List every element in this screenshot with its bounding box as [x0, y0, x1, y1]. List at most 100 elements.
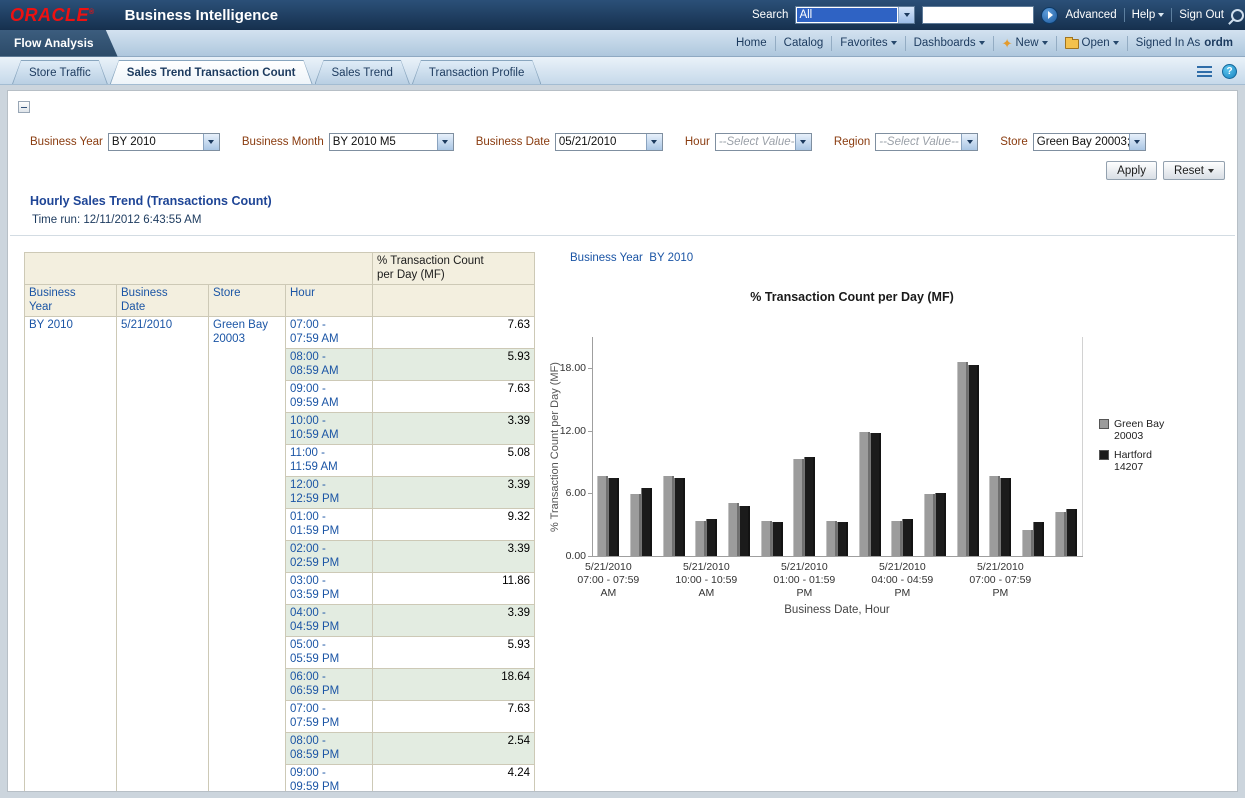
bar-hartford-14207-10[interactable] — [935, 493, 946, 556]
bar-hartford-14207-6[interactable] — [804, 457, 815, 556]
bar-green-bay-20003-12[interactable] — [989, 476, 1000, 556]
report-body: % Transaction Count per Day (MF) Busines… — [24, 252, 1237, 792]
nav-open[interactable]: Open — [1065, 37, 1119, 49]
page-tabs: Store TrafficSales Trend Transaction Cou… — [12, 60, 541, 84]
bar-green-bay-20003-14[interactable] — [1055, 512, 1066, 556]
bar-green-bay-20003-0[interactable] — [597, 476, 608, 556]
chevron-down-icon[interactable] — [203, 134, 219, 150]
bar-hartford-14207-11[interactable] — [968, 365, 979, 556]
cell-hour[interactable]: 09:00 -09:59 AM — [286, 381, 373, 413]
x-axis-title: Business Date, Hour — [592, 604, 1082, 616]
tab-sales-trend-transaction-count[interactable]: Sales Trend Transaction Count — [110, 60, 313, 84]
reset-button[interactable]: Reset — [1163, 161, 1225, 180]
chevron-down-icon[interactable] — [437, 134, 453, 150]
help-icon[interactable]: ? — [1222, 64, 1237, 79]
nav-favorites[interactable]: Favorites — [840, 37, 896, 49]
collapse-section-icon[interactable] — [18, 101, 30, 113]
bar-hartford-14207-12[interactable] — [1000, 478, 1011, 556]
cell-value: 3.39 — [373, 541, 535, 573]
chevron-down-icon[interactable] — [898, 7, 914, 23]
bar-green-bay-20003-13[interactable] — [1022, 530, 1033, 556]
signed-in-user[interactable]: ordm — [1204, 37, 1233, 49]
cell-hour[interactable]: 08:00 -08:59 PM — [286, 733, 373, 765]
col-header-store[interactable]: Store — [209, 285, 286, 317]
cell-hour[interactable]: 07:00 -07:59 AM — [286, 317, 373, 349]
cell-hour[interactable]: 04:00 -04:59 PM — [286, 605, 373, 637]
nav-new[interactable]: ✦New — [1002, 37, 1048, 50]
bar-green-bay-20003-11[interactable] — [957, 362, 968, 556]
cell-hour[interactable]: 06:00 -06:59 PM — [286, 669, 373, 701]
bar-green-bay-20003-1[interactable] — [630, 494, 641, 556]
bar-hartford-14207-2[interactable] — [674, 478, 685, 556]
bar-green-bay-20003-10[interactable] — [924, 494, 935, 556]
col-header-business-year[interactable]: Business Year — [25, 285, 117, 317]
cell-hour[interactable]: 09:00 -09:59 PM — [286, 765, 373, 793]
cell-hour[interactable]: 11:00 -11:59 AM — [286, 445, 373, 477]
bar-hartford-14207-8[interactable] — [870, 433, 881, 556]
nav-catalog[interactable]: Catalog — [784, 37, 824, 49]
filter-select-region[interactable]: --Select Value-- — [875, 133, 978, 151]
cell-hour[interactable]: 12:00 -12:59 PM — [286, 477, 373, 509]
tab-label: Sales Trend Transaction Count — [111, 61, 312, 84]
bar-green-bay-20003-7[interactable] — [826, 521, 837, 556]
bar-hartford-14207-14[interactable] — [1066, 509, 1077, 556]
filter-store: StoreGreen Bay 20003;Ha — [1000, 133, 1146, 151]
x-axis-line — [592, 556, 1083, 557]
bar-green-bay-20003-2[interactable] — [663, 476, 674, 556]
filter-select-business-date[interactable]: 05/21/2010 — [555, 133, 663, 151]
results-table: % Transaction Count per Day (MF) Busines… — [24, 252, 535, 792]
col-header-hour[interactable]: Hour — [286, 285, 373, 317]
filter-select-business-year[interactable]: BY 2010 — [108, 133, 220, 151]
nav-home[interactable]: Home — [736, 37, 767, 49]
cell-hour[interactable]: 05:00 -05:59 PM — [286, 637, 373, 669]
cell-store[interactable]: Green Bay 20003 — [209, 317, 286, 793]
tab-store-traffic[interactable]: Store Traffic — [12, 60, 108, 84]
bar-hartford-14207-0[interactable] — [608, 478, 619, 556]
bar-hartford-14207-4[interactable] — [739, 506, 750, 556]
divider — [993, 36, 994, 51]
cell-hour[interactable]: 08:00 -08:59 AM — [286, 349, 373, 381]
cell-business-date[interactable]: 5/21/2010 — [117, 317, 209, 793]
chevron-down-icon[interactable] — [646, 134, 662, 150]
bar-green-bay-20003-5[interactable] — [761, 521, 772, 556]
section-tab-flow-analysis[interactable]: Flow Analysis — [0, 30, 118, 57]
search-scope-select[interactable]: All — [795, 6, 915, 24]
bar-hartford-14207-7[interactable] — [837, 522, 848, 556]
cell-hour[interactable]: 10:00 -10:59 AM — [286, 413, 373, 445]
triangle-glyph — [651, 140, 657, 144]
sign-out-link[interactable]: Sign Out — [1179, 9, 1224, 21]
help-menu[interactable]: Help — [1132, 9, 1165, 21]
global-header-right: Search All Advanced Help Sign Out — [752, 6, 1237, 24]
advanced-link[interactable]: Advanced — [1065, 9, 1116, 21]
bar-hartford-14207-5[interactable] — [772, 522, 783, 556]
cell-business-year[interactable]: BY 2010 — [25, 317, 117, 793]
filter-select-hour[interactable]: --Select Value-- — [715, 133, 812, 151]
search-input[interactable] — [922, 6, 1034, 24]
cell-hour[interactable]: 02:00 -02:59 PM — [286, 541, 373, 573]
tab-transaction-profile[interactable]: Transaction Profile — [412, 60, 541, 84]
nav-dashboards[interactable]: Dashboards — [914, 37, 985, 49]
cell-value: 3.39 — [373, 477, 535, 509]
bar-green-bay-20003-8[interactable] — [859, 432, 870, 556]
filter-select-business-month[interactable]: BY 2010 M5 — [329, 133, 454, 151]
cell-hour[interactable]: 03:00 -03:59 PM — [286, 573, 373, 605]
bar-hartford-14207-3[interactable] — [706, 519, 717, 556]
chevron-down-icon[interactable] — [1129, 134, 1145, 150]
bar-green-bay-20003-6[interactable] — [793, 459, 804, 556]
filter-select-store[interactable]: Green Bay 20003;Ha — [1033, 133, 1146, 151]
bar-green-bay-20003-4[interactable] — [728, 503, 739, 556]
bar-hartford-14207-9[interactable] — [902, 519, 913, 556]
bar-hartford-14207-13[interactable] — [1033, 522, 1044, 556]
cell-hour[interactable]: 01:00 -01:59 PM — [286, 509, 373, 541]
cell-hour[interactable]: 07:00 -07:59 PM — [286, 701, 373, 733]
col-header-business-date[interactable]: Business Date — [117, 285, 209, 317]
search-go-button[interactable] — [1041, 7, 1058, 24]
bar-green-bay-20003-3[interactable] — [695, 521, 706, 556]
bar-green-bay-20003-9[interactable] — [891, 521, 902, 556]
chevron-down-icon[interactable] — [961, 134, 977, 150]
page-options-icon[interactable] — [1197, 66, 1212, 77]
apply-button[interactable]: Apply — [1106, 161, 1157, 180]
tab-sales-trend[interactable]: Sales Trend — [315, 60, 410, 84]
chevron-down-icon[interactable] — [795, 134, 811, 150]
bar-hartford-14207-1[interactable] — [641, 488, 652, 556]
